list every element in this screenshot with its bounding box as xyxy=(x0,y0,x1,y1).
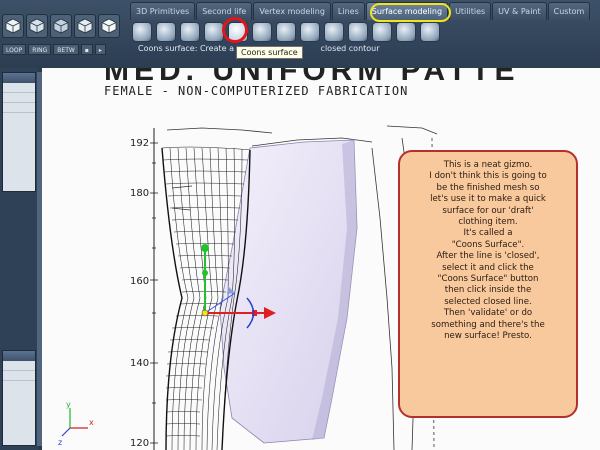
edge-select-row: LOOP RING BETW ▪ ▸ xyxy=(2,44,106,56)
cube-view-button-3[interactable] xyxy=(50,14,72,38)
surface-tool-2-icon[interactable] xyxy=(156,22,176,42)
cube-view-button-5[interactable] xyxy=(98,14,120,38)
scene-panel-row[interactable] xyxy=(3,93,35,103)
tab-lines[interactable]: Lines xyxy=(331,2,365,20)
ruler-tick-label: 160 xyxy=(130,276,149,287)
cube-icon xyxy=(53,18,69,34)
tab-uv-paint[interactable]: UV & Paint xyxy=(492,2,547,20)
surface-tool-7-icon[interactable] xyxy=(276,22,296,42)
callout-line: let's use it to make a quick xyxy=(430,194,546,205)
callout-line: new surface! Presto. xyxy=(444,331,532,342)
callout-line: selected closed line. xyxy=(444,296,532,307)
tab-second-life[interactable]: Second life xyxy=(196,2,253,20)
tab-vertex-modeling[interactable]: Vertex modeling xyxy=(253,2,331,20)
ruler-tick-label: 192 xyxy=(130,138,149,149)
cube-icon xyxy=(5,18,21,34)
cube-view-button-4[interactable] xyxy=(74,14,96,38)
left-panel xyxy=(0,68,42,450)
coons-tooltip: Coons surface xyxy=(236,46,303,59)
surface-tool-9-icon[interactable] xyxy=(324,22,344,42)
surface-tool-8-icon[interactable] xyxy=(300,22,320,42)
coons-button-highlight xyxy=(222,17,248,43)
callout-line: "Coons Surface" button xyxy=(437,274,539,285)
options-icon[interactable]: ▸ xyxy=(94,44,106,55)
callout-line: select it and click the xyxy=(442,262,534,273)
loop-button[interactable]: LOOP xyxy=(2,44,27,55)
surface-tool-10-icon[interactable] xyxy=(348,22,368,42)
tab-bar: 3D Primitives Second life Vertex modelin… xyxy=(130,2,591,22)
tab-custom[interactable]: Custom xyxy=(547,2,591,20)
cube-icon xyxy=(101,18,117,34)
tab-utilities[interactable]: Utilities xyxy=(449,2,492,20)
callout-line: then click inside the xyxy=(444,285,532,296)
surface-tool-1-icon[interactable] xyxy=(132,22,152,42)
ring-button[interactable]: RING xyxy=(28,44,52,55)
gizmo-y-handle[interactable] xyxy=(201,244,209,252)
main-toolbar: LOOP RING BETW ▪ ▸ 3D Primitives Second … xyxy=(0,0,600,68)
ruler-tick-label: 140 xyxy=(130,358,149,369)
scene-panel-row[interactable] xyxy=(3,103,35,113)
callout-line: Then 'validate' or do xyxy=(443,308,533,319)
view-cube-group xyxy=(2,14,128,44)
properties-panel-header[interactable] xyxy=(3,351,35,361)
surface-tools xyxy=(132,22,440,42)
coons-surface-mesh[interactable] xyxy=(219,139,358,444)
surface-tool-13-icon[interactable] xyxy=(420,22,440,42)
axis-x-label: x xyxy=(89,418,94,427)
properties-panel xyxy=(2,350,36,446)
axis-y-label: y xyxy=(66,400,71,409)
ruler-tick-label: 120 xyxy=(130,438,149,449)
properties-panel-row[interactable] xyxy=(3,371,35,381)
cube-icon xyxy=(77,18,93,34)
surface-tool-12-icon[interactable] xyxy=(396,22,416,42)
tab-highlight-ring xyxy=(370,3,451,22)
scene-panel-header[interactable] xyxy=(3,73,35,83)
cube-view-button-1[interactable] xyxy=(2,14,24,38)
surface-tool-11-icon[interactable] xyxy=(372,22,392,42)
tab-3d-primitives[interactable]: 3D Primitives xyxy=(130,2,196,20)
status-text-start: Coons surface: Create a xyxy=(138,44,234,53)
cube-icon xyxy=(29,18,45,34)
callout-line: I don't think this is going to xyxy=(429,171,547,182)
scene-panel xyxy=(2,72,36,192)
callout-line: "Coons Surface". xyxy=(451,239,525,250)
between-button[interactable]: BETW xyxy=(53,44,79,55)
axis-z-label: z xyxy=(58,438,62,447)
axis-orientation-widget: y x z xyxy=(58,400,94,447)
callout-line: something and there's the xyxy=(431,319,545,330)
scene-panel-row[interactable] xyxy=(3,83,35,93)
ruler-tick-label: 180 xyxy=(130,188,149,199)
gizmo-y-dot[interactable] xyxy=(202,270,208,276)
cube-view-button-2[interactable] xyxy=(26,14,48,38)
callout-line: After the line is 'closed', xyxy=(436,251,540,262)
callout-line: be the finished mesh so xyxy=(436,182,540,193)
pattern-subtitle: FEMALE - NON-COMPUTERIZED FABRICATION xyxy=(104,84,408,98)
callout-line: clothing item. xyxy=(458,217,518,228)
gizmo-center[interactable] xyxy=(201,309,209,317)
mode-icon[interactable]: ▪ xyxy=(80,44,93,55)
properties-panel-row[interactable] xyxy=(3,361,35,371)
callout-line: surface for our 'draft' xyxy=(442,205,534,216)
surface-tool-6-icon[interactable] xyxy=(252,22,272,42)
callout-line: It's called a xyxy=(463,228,513,239)
tutorial-callout: This is a neat gizmo. I don't think this… xyxy=(398,150,578,418)
surface-tool-4-icon[interactable] xyxy=(204,22,224,42)
surface-tool-3-icon[interactable] xyxy=(180,22,200,42)
callout-line: This is a neat gizmo. xyxy=(443,160,533,170)
